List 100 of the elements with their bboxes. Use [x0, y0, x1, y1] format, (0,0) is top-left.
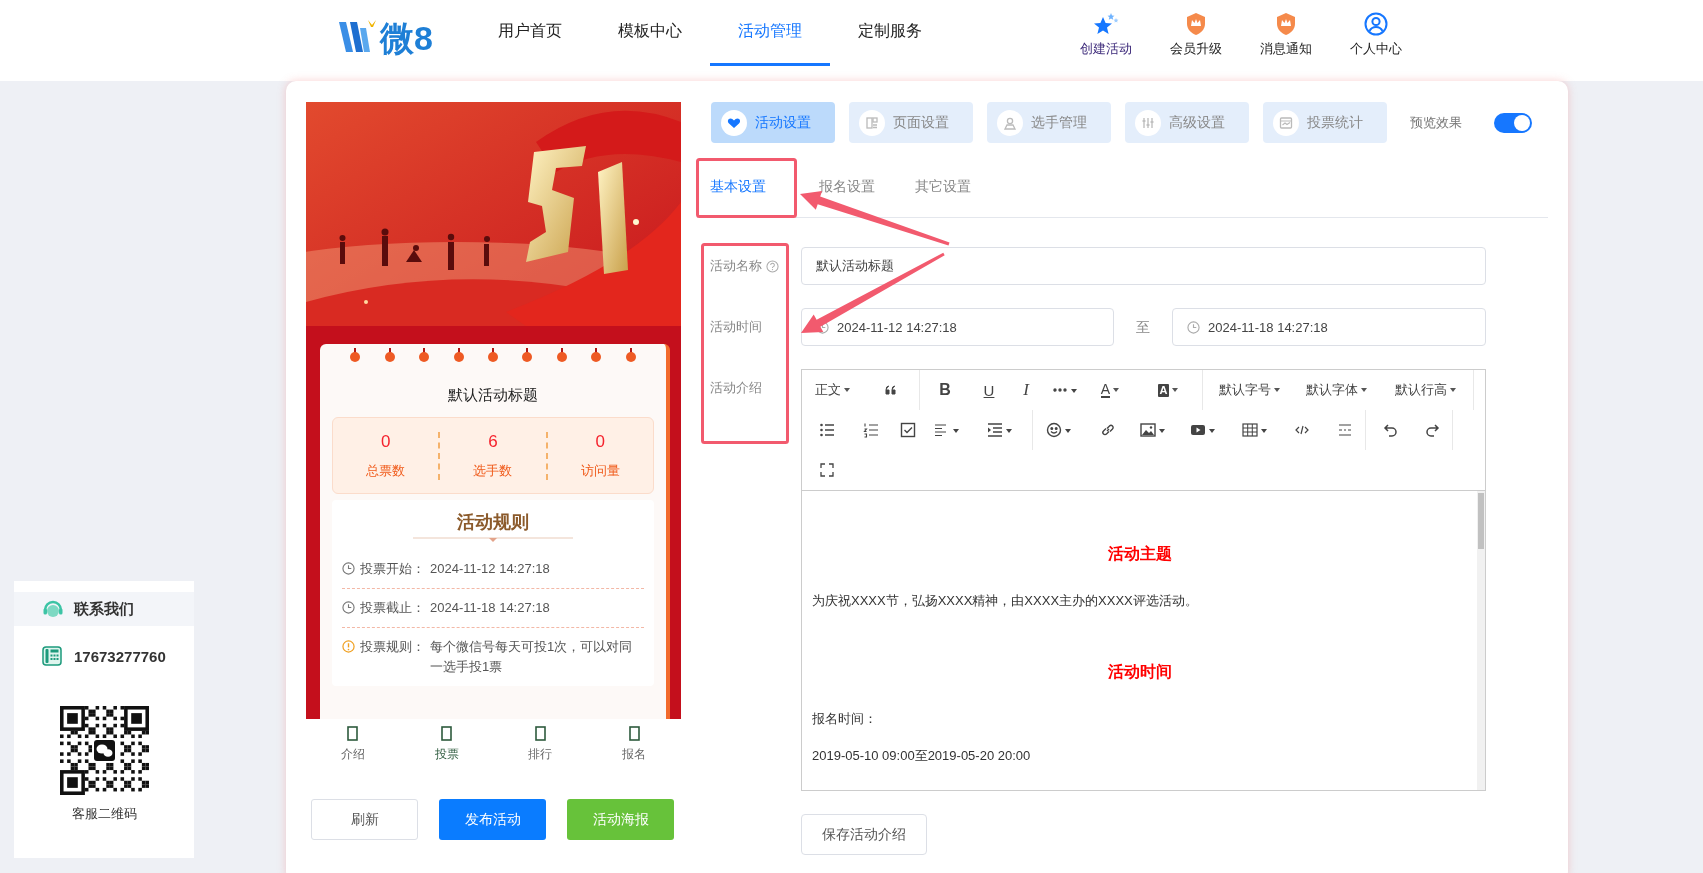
- caret-icon: [1273, 388, 1280, 392]
- toggle-label: 预览效果: [1410, 113, 1462, 132]
- activity-title: 默认活动标题: [447, 386, 539, 405]
- rule-label: 投票截止：: [360, 599, 425, 617]
- bold-button[interactable]: B: [920, 370, 970, 410]
- emoji-icon[interactable]: [1046, 422, 1072, 438]
- action-link[interactable]: 消息通知: [1259, 40, 1312, 58]
- action-button[interactable]: 刷新: [311, 799, 418, 840]
- align-icon[interactable]: [934, 422, 960, 438]
- action-button[interactable]: 发布活动: [439, 799, 546, 840]
- image-icon[interactable]: [1140, 422, 1166, 438]
- rectangle-icon: [628, 725, 640, 741]
- caret-icon: [1360, 388, 1367, 392]
- action-link[interactable]: 会员升级: [1169, 40, 1222, 58]
- stat-value: 6: [488, 431, 498, 452]
- tab-label[interactable]: 投票: [434, 745, 459, 763]
- underline-button[interactable]: U: [970, 370, 1008, 410]
- font-family-dropdown[interactable]: 默认字体: [1295, 370, 1377, 410]
- warning-icon: [342, 640, 355, 653]
- nav-link[interactable]: 模板中心: [589, 0, 710, 66]
- crown-badge-icon: [1274, 12, 1297, 36]
- italic-button[interactable]: I: [1008, 370, 1044, 410]
- caret-icon: [1172, 388, 1179, 392]
- link-icon[interactable]: [1100, 422, 1116, 438]
- sliders-icon: [1135, 109, 1161, 136]
- crown-badge-icon: [1184, 12, 1207, 36]
- fullscreen-icon[interactable]: [819, 462, 835, 478]
- clock-icon: [342, 601, 355, 614]
- sub-tab[interactable]: 基本设置: [697, 177, 806, 197]
- action-link[interactable]: 创建活动: [1079, 40, 1132, 58]
- chart-icon: [1273, 109, 1299, 136]
- rectangle-icon: [534, 725, 546, 741]
- user-icon: [1363, 12, 1388, 36]
- stars-icon: [1092, 12, 1119, 36]
- qr-caption: 客服二维码: [70, 805, 138, 823]
- video-icon[interactable]: [1190, 422, 1216, 438]
- sub-tab[interactable]: 报名设置: [806, 177, 902, 197]
- rule-label: 投票开始：: [360, 560, 425, 578]
- field-label: 活动时间: [710, 318, 762, 336]
- sub-tab[interactable]: 其它设置: [902, 177, 998, 197]
- stat-label: 访问量: [580, 461, 620, 480]
- checkbox-icon[interactable]: [900, 422, 916, 438]
- quote-icon[interactable]: [882, 382, 899, 398]
- clock-icon: [342, 562, 355, 575]
- undo-icon[interactable]: [1382, 422, 1398, 438]
- line-height-dropdown[interactable]: 默认行高: [1377, 370, 1473, 410]
- field-label: 活动介绍: [710, 379, 762, 397]
- caret-icon: [843, 388, 850, 392]
- content-paragraph: 报名时间：: [812, 710, 878, 728]
- rich-text-editor[interactable]: 正文 B U I A A 默认字号 默认字体 默认行高 活动主题 为庆祝XXXX节，弘扬XXXX精神，由XXXX主办的XXXX评选活动。 活动时间 报名时间： 2019-05-10 09:00至2019-05-20 20:00: [801, 369, 1486, 791]
- stat-label: 总票数: [366, 461, 406, 480]
- binder-ring: [487, 348, 498, 362]
- numbered-list-icon[interactable]: [863, 422, 879, 438]
- save-button[interactable]: 保存活动介绍: [801, 814, 927, 855]
- preview-toggle[interactable]: [1494, 112, 1532, 133]
- rules-heading: 活动规则: [456, 511, 530, 534]
- content-paragraph: 2019-05-10 09:00至2019-05-20 20:00: [812, 747, 1032, 765]
- caret-icon: [1449, 388, 1456, 392]
- rule-value: 2024-11-12 14:27:18: [430, 560, 550, 578]
- indent-icon[interactable]: [987, 422, 1013, 438]
- redo-icon[interactable]: [1425, 422, 1441, 438]
- stat-value: 0: [380, 431, 391, 452]
- layout-icon: [859, 109, 885, 136]
- nav-link[interactable]: 定制服务: [829, 0, 950, 66]
- table-icon[interactable]: [1242, 422, 1268, 438]
- nav-link[interactable]: 活动管理: [709, 0, 830, 66]
- name-field[interactable]: 默认活动标题: [801, 247, 1486, 285]
- start-time-field[interactable]: 2024-11-12 14:27:18: [801, 308, 1114, 346]
- rectangle-icon: [441, 725, 453, 741]
- format-dropdown[interactable]: 正文: [802, 370, 862, 410]
- tab-label[interactable]: 介绍: [340, 745, 365, 763]
- content-heading: 活动时间: [1106, 662, 1173, 682]
- contact-title: 联系我们: [74, 599, 134, 619]
- binder-ring: [556, 348, 567, 362]
- rectangle-icon: [347, 725, 359, 741]
- phone-number: 17673277760: [74, 647, 166, 665]
- tab-label[interactable]: 报名: [622, 745, 647, 763]
- caret-icon: [1113, 388, 1120, 392]
- binder-ring: [453, 348, 464, 362]
- divider-icon[interactable]: [1337, 422, 1353, 438]
- rule-value: 2024-11-18 14:27:18: [430, 599, 550, 617]
- tab-label[interactable]: 排行: [528, 745, 553, 763]
- action-link[interactable]: 个人中心: [1349, 40, 1402, 58]
- binder-ring: [522, 348, 533, 362]
- clock-icon: [1187, 320, 1200, 334]
- bulleted-list-icon[interactable]: [819, 422, 835, 438]
- font-size-dropdown[interactable]: 默认字号: [1203, 370, 1295, 410]
- binder-ring: [591, 348, 602, 362]
- telephone-icon: [42, 646, 62, 666]
- end-time-field[interactable]: 2024-11-18 14:27:18: [1172, 308, 1486, 346]
- nav-link[interactable]: 用户首页: [469, 0, 590, 66]
- person-icon: [997, 109, 1023, 136]
- headset-icon: [42, 598, 64, 620]
- rule-value: 每个微信号每天可投1次，可以对同一选手投1票: [430, 638, 634, 676]
- font-color-button[interactable]: A: [1086, 370, 1134, 410]
- range-separator: 至: [1135, 318, 1151, 337]
- content-heading: 活动主题: [1106, 544, 1173, 564]
- field-label: 活动名称: [710, 257, 762, 275]
- scrollbar[interactable]: [1477, 491, 1485, 790]
- background-color-button[interactable]: A: [1134, 370, 1202, 410]
